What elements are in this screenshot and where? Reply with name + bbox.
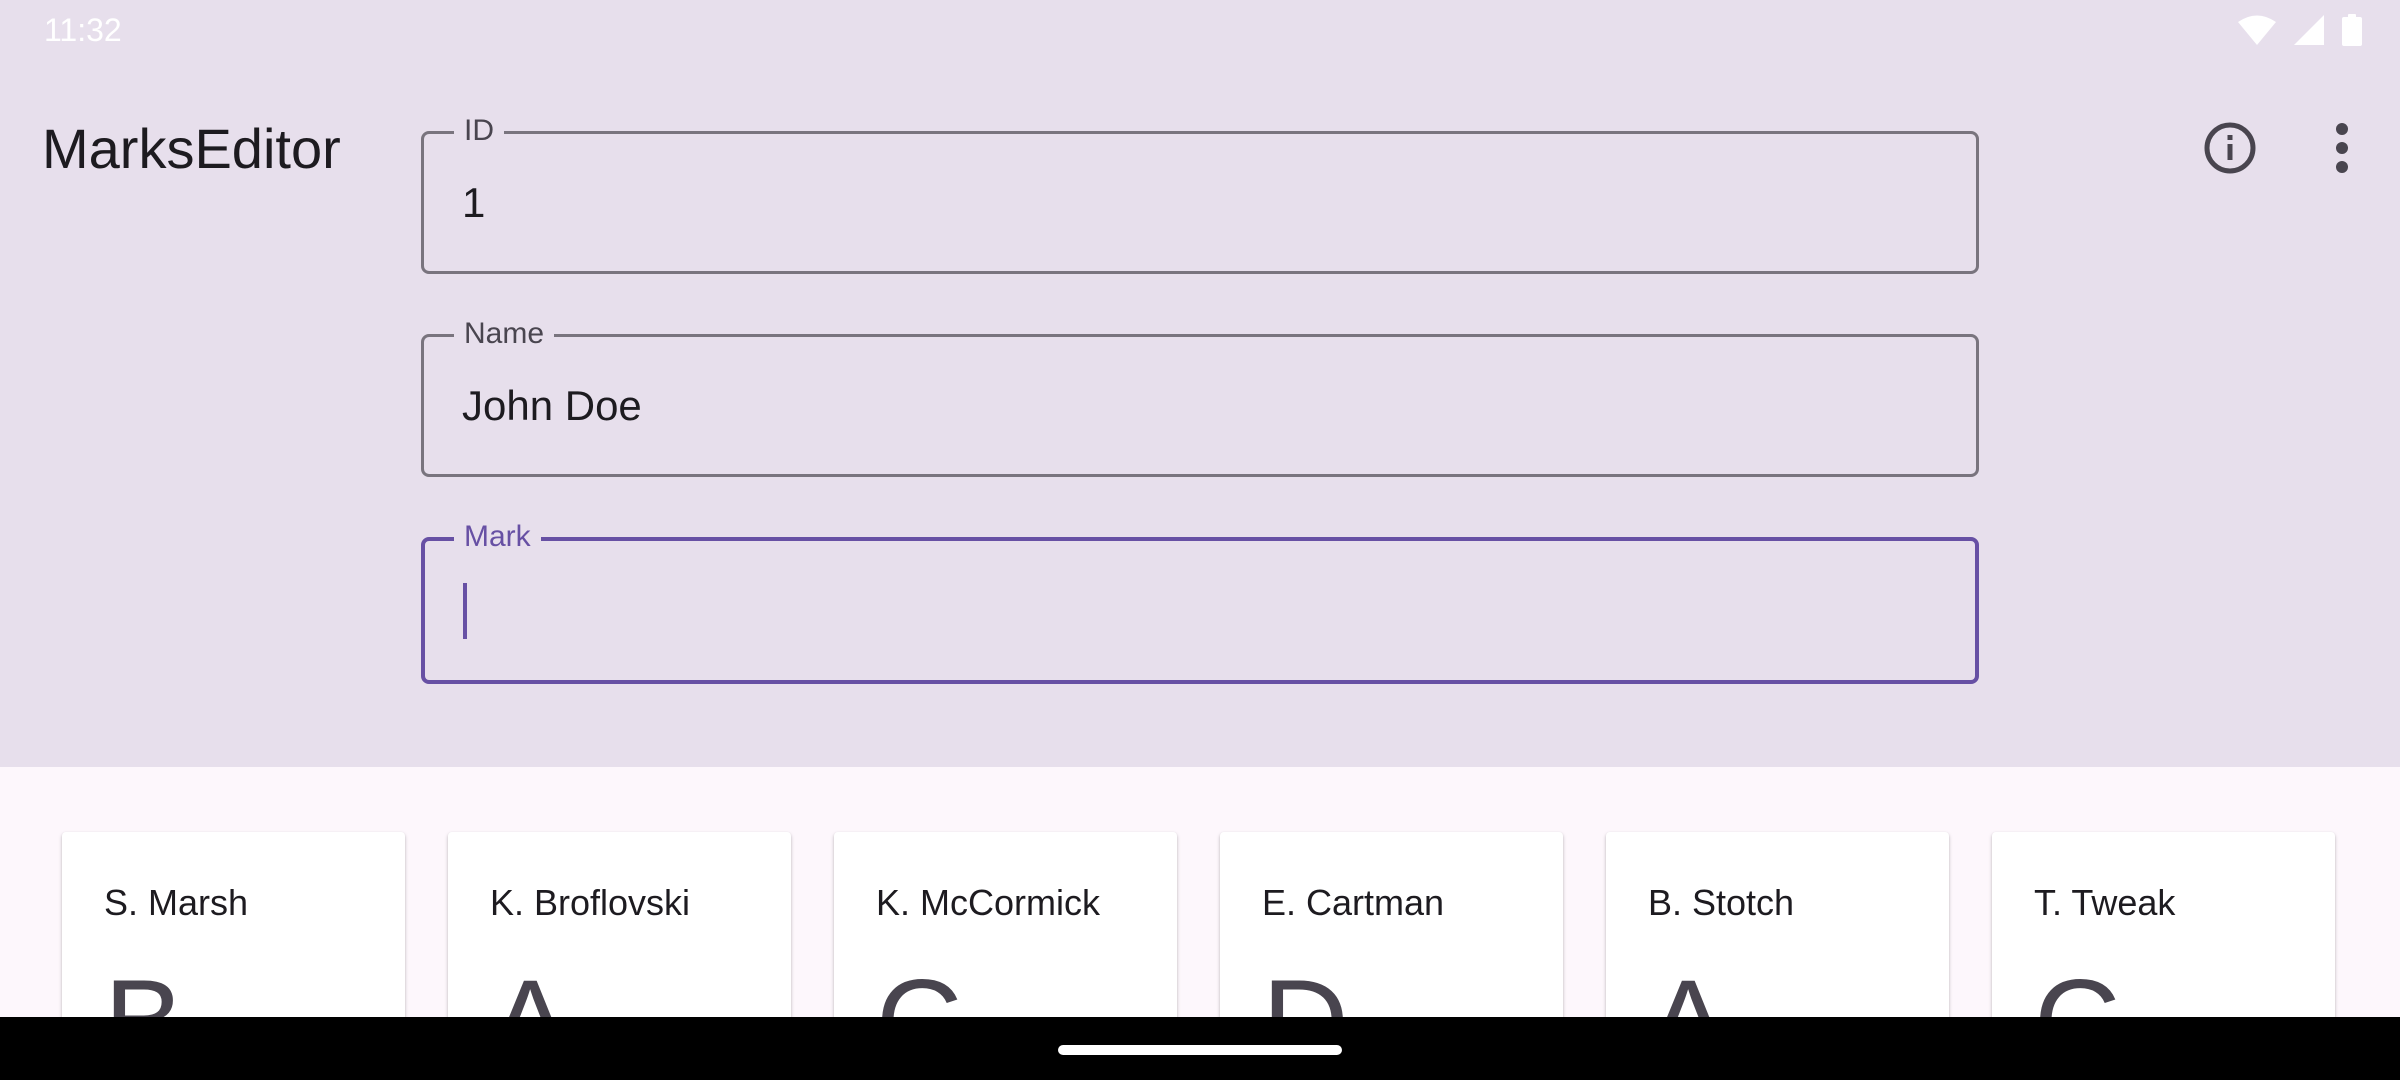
student-name: B. Stotch [1648,882,1795,923]
student-name: K. McCormick [876,882,1100,923]
info-icon[interactable] [2202,120,2258,176]
name-field-label: Name [454,315,555,353]
name-field-value: John Doe [462,382,642,429]
id-field[interactable]: ID 1 [421,112,1979,274]
student-name: E. Cartman [1262,882,1445,923]
student-card[interactable]: E. Cartman D [1220,832,1563,1017]
student-card[interactable]: K. McCormick C [834,832,1177,1017]
student-mark: C [876,952,963,1017]
student-name: S. Marsh [104,882,249,923]
home-gesture-handle[interactable] [1058,1045,1342,1055]
student-mark: C [2034,952,2121,1017]
student-name: K. Broflovski [490,882,691,923]
student-cards-row[interactable]: S. Marsh B K. Broflovski A K. McCormick … [0,767,2400,1017]
student-mark: A [490,952,570,1017]
top-form-area: 11:32 MarksEditor ID 1 Name John Doe Mar… [0,0,2400,767]
student-mark: A [1648,952,1728,1017]
wifi-icon [2238,15,2276,50]
student-name: T. Tweak [2034,882,2176,923]
more-vert-icon[interactable] [2330,120,2354,176]
mark-field-label: Mark [454,518,541,556]
student-card[interactable]: K. Broflovski A [448,832,791,1017]
name-field[interactable]: Name John Doe [421,315,1979,477]
mark-field[interactable]: Mark [421,518,1979,684]
student-card[interactable]: B. Stotch A [1606,832,1949,1017]
student-card[interactable]: S. Marsh B [62,832,405,1017]
student-mark: D [1262,952,1349,1017]
status-time: 11:32 [44,12,122,48]
student-mark: B [104,952,184,1017]
battery-icon [2342,14,2362,51]
cell-signal-icon [2294,15,2324,50]
student-card[interactable]: T. Tweak C [1992,832,2335,1017]
app-title: MarksEditor [42,117,341,180]
status-bar: 11:32 [0,0,2400,62]
status-icons [2238,14,2362,51]
navigation-bar [0,1017,2400,1080]
id-field-value: 1 [462,179,486,226]
id-field-label: ID [454,112,504,150]
text-cursor [463,583,467,639]
